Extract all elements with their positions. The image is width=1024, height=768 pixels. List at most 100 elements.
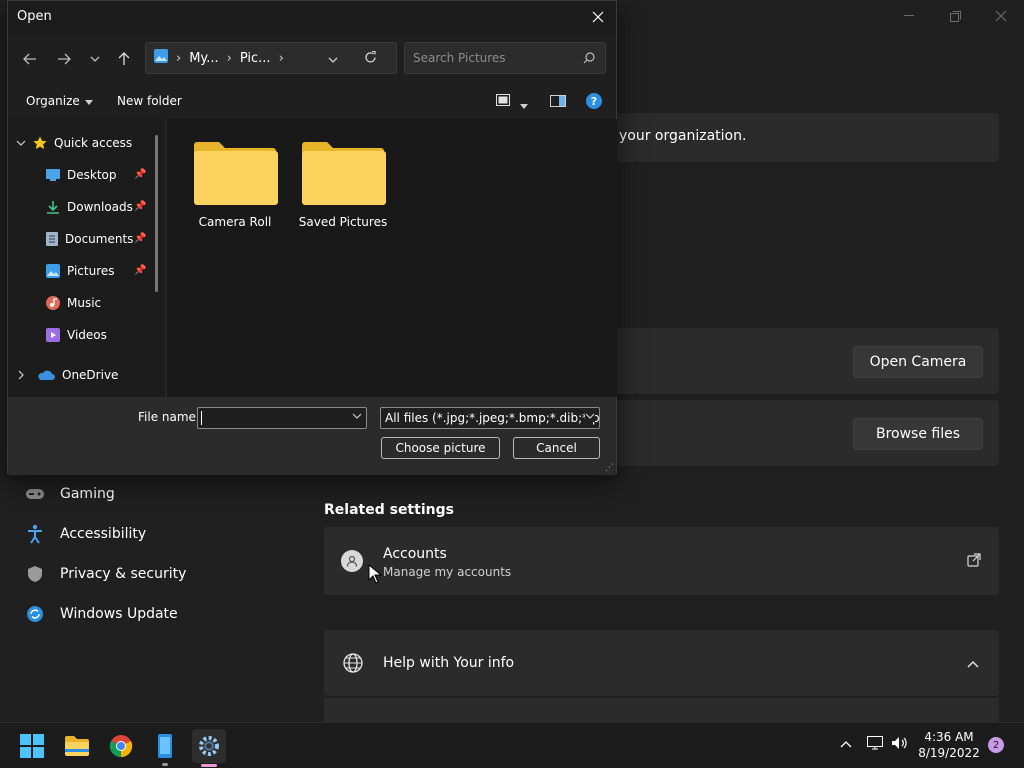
dialog-title: Open <box>17 9 52 24</box>
recent-locations-button[interactable] <box>83 47 107 71</box>
chevron-down-icon <box>84 94 93 108</box>
update-icon <box>24 603 46 625</box>
phone-icon[interactable] <box>148 729 182 766</box>
start-icon[interactable] <box>15 729 49 763</box>
folder-label-camera-roll: Camera Roll <box>198 215 272 229</box>
taskbar: 4:36 AM 8/19/2022 2 <box>0 722 1024 768</box>
nav-item-windows-update[interactable]: Windows Update <box>24 600 178 628</box>
tree-label-documents: Documents <box>65 232 134 246</box>
dialog-footer: File name: All files (*.jpg;*.jpeg;*.bmp… <box>8 397 616 475</box>
nav-label-gaming: Gaming <box>60 486 115 502</box>
back-button[interactable] <box>18 47 42 71</box>
file-explorer-icon[interactable] <box>60 729 94 763</box>
volume-icon[interactable] <box>891 736 909 754</box>
cloud-icon <box>38 370 55 380</box>
open-camera-button[interactable]: Open Camera <box>853 346 983 378</box>
tree-item-music[interactable]: Music <box>46 291 101 315</box>
close-window-button[interactable] <box>978 6 1024 26</box>
up-button[interactable] <box>112 47 136 71</box>
clock-time: 4:36 AM <box>924 730 974 744</box>
tree-label-pictures: Pictures <box>67 264 115 278</box>
choose-picture-button[interactable]: Choose picture <box>381 437 500 459</box>
preview-pane-icon[interactable] <box>550 95 566 111</box>
file-list-pane[interactable]: Camera Roll Saved Pictures <box>167 119 617 397</box>
view-options-icon[interactable] <box>496 94 510 110</box>
tree-label-music: Music <box>67 296 102 310</box>
tree-label-downloads: Downloads <box>67 200 133 214</box>
org-info-text: your organization. <box>619 128 747 144</box>
download-icon <box>47 201 59 214</box>
pin-icon: 📌 <box>134 201 147 212</box>
nav-item-gaming[interactable]: Gaming <box>24 480 115 508</box>
document-icon <box>46 232 58 246</box>
file-name-input[interactable] <box>197 407 367 429</box>
gamepad-icon <box>24 483 46 505</box>
network-icon[interactable] <box>867 736 883 754</box>
folder-saved-pictures[interactable]: Saved Pictures <box>295 139 391 229</box>
chevron-down-icon[interactable] <box>585 411 595 422</box>
new-folder-button[interactable]: New folder <box>117 94 182 108</box>
pin-icon: 📌 <box>134 265 147 276</box>
cancel-button[interactable]: Cancel <box>513 437 600 459</box>
refresh-icon[interactable] <box>364 50 377 68</box>
view-dropdown-icon[interactable] <box>520 98 528 113</box>
chrome-icon[interactable] <box>104 729 138 763</box>
dialog-title-bar[interactable]: Open <box>8 1 616 33</box>
svg-text:?: ? <box>591 95 597 108</box>
help-title: Help with Your info <box>383 655 515 671</box>
folder-label-saved-pictures: Saved Pictures <box>298 215 388 229</box>
dialog-close-button[interactable] <box>586 5 610 29</box>
address-dropdown-icon[interactable] <box>328 52 338 67</box>
restore-button[interactable] <box>932 6 978 26</box>
tree-item-documents[interactable]: Documents <box>46 227 133 251</box>
tree-item-onedrive[interactable]: OneDrive <box>18 363 118 387</box>
notification-badge[interactable]: 2 <box>988 737 1004 753</box>
minimize-button[interactable] <box>886 6 932 26</box>
forward-button[interactable] <box>52 47 76 71</box>
resize-grip-icon[interactable]: ⋰ <box>605 463 614 473</box>
pictures-location-icon <box>154 49 168 67</box>
accounts-subtitle: Manage my accounts <box>383 565 512 579</box>
pin-icon: 📌 <box>134 169 147 180</box>
tree-item-downloads[interactable]: Downloads <box>46 195 133 219</box>
tree-item-desktop[interactable]: Desktop <box>46 163 117 187</box>
nav-label-privacy: Privacy & security <box>60 566 187 582</box>
search-box[interactable]: Search Pictures <box>404 42 606 74</box>
tree-item-quick-access[interactable]: Quick access <box>16 131 132 155</box>
chevron-up-icon[interactable] <box>967 657 979 672</box>
show-hidden-icons-icon[interactable] <box>840 737 852 752</box>
video-icon <box>46 328 60 342</box>
expand-chevron-right-icon <box>18 370 24 380</box>
breadcrumb-my[interactable]: My... <box>189 51 218 66</box>
mouse-cursor-icon <box>368 563 383 588</box>
breadcrumb-pictures[interactable]: Pic... <box>240 51 271 66</box>
organize-button[interactable]: Organize <box>26 94 93 108</box>
help-icon[interactable]: ? <box>586 93 602 113</box>
music-icon <box>46 296 60 310</box>
tree-item-videos[interactable]: Videos <box>46 323 107 347</box>
text-caret <box>201 411 202 425</box>
tree-label-quick-access: Quick access <box>54 136 133 150</box>
file-type-value: All files (*.jpg;*.jpeg;*.bmp;*.dib;*.pn… <box>385 411 600 425</box>
tree-item-pictures[interactable]: Pictures <box>46 259 115 283</box>
address-bar[interactable]: › My... › Pic... › <box>145 42 397 74</box>
clock-date: 8/19/2022 <box>918 746 980 760</box>
accounts-card[interactable]: Accounts Manage my accounts <box>324 527 999 595</box>
browse-files-button[interactable]: Browse files <box>853 418 983 450</box>
shield-icon <box>24 563 46 585</box>
search-icon <box>583 52 595 67</box>
folder-icon <box>302 142 386 205</box>
nav-item-accessibility[interactable]: Accessibility <box>24 520 146 548</box>
help-card-content <box>324 698 999 722</box>
accessibility-icon <box>24 523 46 545</box>
address-row: › My... › Pic... › Search Pictures <box>8 33 616 85</box>
file-type-select[interactable]: All files (*.jpg;*.jpeg;*.bmp;*.dib;*.pn… <box>380 407 600 429</box>
clock[interactable]: 4:36 AM 8/19/2022 <box>918 729 980 761</box>
nav-item-privacy[interactable]: Privacy & security <box>24 560 186 588</box>
settings-icon[interactable] <box>192 729 226 767</box>
help-card[interactable]: Help with Your info <box>324 630 999 696</box>
tree-scrollbar[interactable] <box>155 135 158 292</box>
folder-camera-roll[interactable]: Camera Roll <box>187 139 283 229</box>
chevron-down-icon[interactable] <box>352 411 362 422</box>
open-file-dialog: Open › My... › Pic... › Search Pictures … <box>7 0 617 475</box>
